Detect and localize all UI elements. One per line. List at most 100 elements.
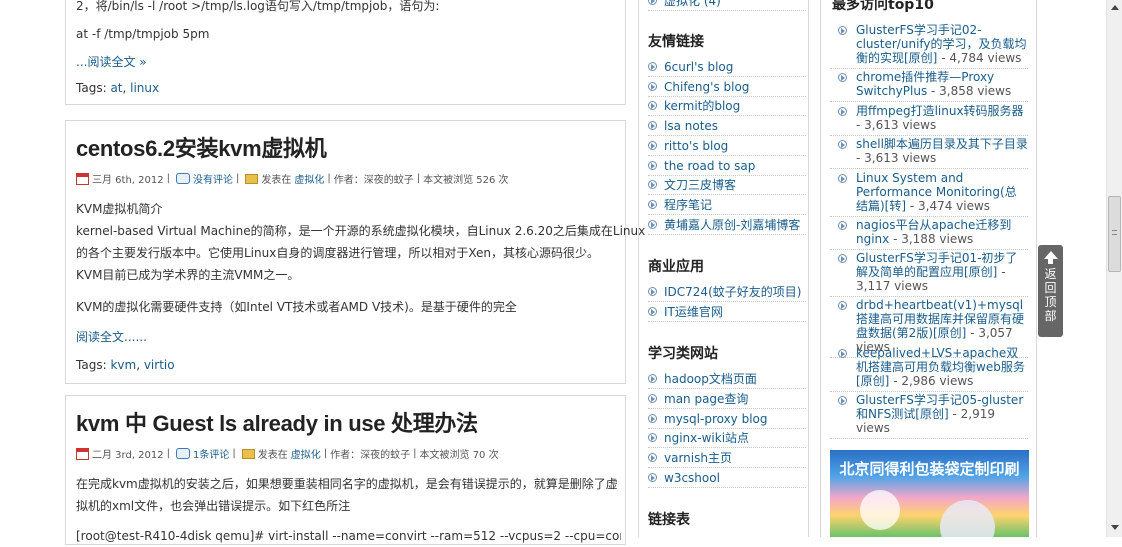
friend-link[interactable]: 黄埔嘉人原创-刘嘉埔博客	[664, 216, 800, 233]
post-text-line: 拟机的xml文件，也会弹出错误提示。如下红色所注	[76, 499, 351, 513]
scroll-up-arrow-icon[interactable]	[1111, 5, 1119, 10]
bullet-icon	[838, 349, 847, 358]
top10-link[interactable]: GlusterFS学习手记01-初步了解及简单的配置应用[原创]	[856, 251, 1017, 279]
post-date: 二月 3rd, 2012	[92, 450, 164, 461]
friend-link-item[interactable]: the road to sap	[648, 156, 806, 176]
top10-link[interactable]: 用ffmpeg打造linux转码服务器	[856, 104, 1024, 118]
business-link-item[interactable]: IT运维官网	[648, 302, 806, 322]
ad-decoration	[940, 500, 995, 537]
calendar-icon	[76, 172, 89, 185]
business-link-item[interactable]: IDC724(蚊子好友的项目)	[648, 282, 806, 302]
bullet-icon	[648, 307, 657, 316]
friend-link-item[interactable]: 文刀三皮博客	[648, 175, 806, 195]
friend-link[interactable]: 6curl's blog	[664, 60, 733, 74]
study-link-item[interactable]: mysql-proxy blog	[648, 409, 806, 429]
bullet-icon	[838, 140, 847, 149]
tag-link[interactable]: at	[110, 81, 122, 95]
top10-item[interactable]: GlusterFS学习手记02-cluster/unify的学习，及负载均衡的实…	[830, 23, 1028, 69]
study-link[interactable]: hadoop文档页面	[664, 370, 757, 387]
friend-link-item[interactable]: 6curl's blog	[648, 57, 806, 77]
study-link[interactable]: w3cshool	[664, 471, 720, 485]
business-link[interactable]: IDC724(蚊子好友的项目)	[664, 283, 801, 300]
ad-banner-text: 北京同得利包装袋定制印刷	[839, 460, 1020, 478]
read-more-link[interactable]: 阅读全文......	[76, 328, 147, 345]
post-text-line: [root@test-R410-4disk qemu]# virt-instal…	[76, 529, 621, 543]
study-link-item[interactable]: w3cshool	[648, 468, 806, 488]
friend-link[interactable]: lsa notes	[664, 119, 718, 133]
top10-link[interactable]: GlusterFS学习手记05-gluster和NFS测试[原创]	[856, 393, 1023, 421]
vertical-scrollbar[interactable]	[1106, 0, 1122, 537]
top10-item[interactable]: chrome插件推荐—Proxy SwitchyPlus - 3,858 vie…	[830, 70, 1028, 102]
study-link[interactable]: nginx-wiki站点	[664, 429, 749, 446]
posted-in-label: 发表在	[257, 450, 288, 461]
friend-link[interactable]: ritto's blog	[664, 139, 728, 153]
top10-item[interactable]: GlusterFS学习手记01-初步了解及简单的配置应用[原创] - 3,117…	[830, 251, 1028, 297]
up-arrow-stem	[1048, 259, 1053, 264]
post-text-line: KVM的虚拟化需要硬件支持（如Intel VT技术或者AMD V技术)。是基于硬…	[76, 300, 517, 314]
post-meta: 三月 6th, 2012 | 没有评论 | 发表在 虚拟化 | 作者：深夜的蚊子 | 本…	[76, 171, 509, 186]
friends-heading: 友情链接	[648, 34, 704, 50]
study-link-item[interactable]: hadoop文档页面	[648, 369, 806, 389]
tag-link[interactable]: kvm	[110, 358, 136, 372]
top10-link[interactable]: shell脚本遍历目录及其下子目录	[856, 137, 1028, 151]
post-title[interactable]: kvm 中 Guest ls already in use 处理办法	[76, 406, 478, 438]
bullet-icon	[648, 0, 657, 5]
scroll-down-arrow-icon[interactable]	[1111, 525, 1119, 530]
friend-link-item[interactable]: lsa notes	[648, 116, 806, 136]
bullet-icon	[838, 26, 847, 35]
top10-item[interactable]: nagios平台从apache迁移到nginx - 3,188 views	[830, 218, 1028, 250]
read-more-link[interactable]: ...阅读全文 »	[76, 53, 147, 70]
posted-in-label: 发表在	[261, 175, 292, 186]
post-meta: 二月 3rd, 2012 | 1条评论 | 发表在 虚拟化 | 作者：深夜的蚊子 | 本…	[76, 446, 499, 461]
comment-link[interactable]: 没有评论	[193, 171, 233, 186]
friend-link-item[interactable]: 黄埔嘉人原创-刘嘉埔博客	[648, 215, 806, 235]
category-link[interactable]: 虚拟化	[294, 171, 324, 186]
bullet-icon	[648, 433, 657, 442]
top10-sidebar: 最多访问top10 GlusterFS学习手记02-cluster/unify的…	[820, 0, 1037, 537]
category-link[interactable]: 虚拟化 (4)	[664, 0, 721, 9]
tag-link[interactable]: linux	[130, 81, 159, 95]
post-views: 本文被浏览 70 次	[419, 450, 499, 461]
study-link-item[interactable]: varnish主页	[648, 448, 806, 468]
top10-item[interactable]: GlusterFS学习手记05-gluster和NFS测试[原创] - 2,91…	[830, 393, 1028, 439]
bullet-icon	[648, 287, 657, 296]
folder-icon	[241, 448, 255, 459]
top10-item[interactable]: keepalived+LVS+apache双机搭建高可用负载均衡web服务[原创…	[830, 346, 1028, 392]
friend-link-item[interactable]: Chifeng's blog	[648, 77, 806, 97]
study-link[interactable]: mysql-proxy blog	[664, 412, 768, 426]
scrollbar-thumb[interactable]	[1108, 196, 1121, 272]
top10-item[interactable]: Linux System and Performance Monitoring(…	[830, 171, 1028, 217]
tag-link[interactable]: virtio	[144, 358, 175, 372]
post-title[interactable]: centos6.2安装kvm虚拟机	[76, 131, 327, 163]
post-text-line: at -f /tmp/tmpjob 5pm	[76, 27, 210, 41]
category-link[interactable]: 虚拟化	[291, 446, 321, 461]
post-kvm-install: centos6.2安装kvm虚拟机 三月 6th, 2012 | 没有评论 | 发表…	[65, 120, 645, 384]
bullet-icon	[648, 82, 657, 91]
top10-views: - 3,613 views	[856, 151, 937, 165]
friend-link[interactable]: 文刀三皮博客	[664, 176, 736, 193]
study-link-item[interactable]: nginx-wiki站点	[648, 428, 806, 448]
post-text-line: KVM虚拟机简介	[76, 202, 163, 216]
friend-link[interactable]: 程序笔记	[664, 196, 712, 213]
category-item[interactable]: 虚拟化 (4)	[648, 0, 806, 11]
study-link[interactable]: man page查询	[664, 390, 748, 407]
friend-link-item[interactable]: 程序笔记	[648, 195, 806, 215]
friend-link[interactable]: the road to sap	[664, 159, 755, 173]
top10-views: - 2,986 views	[889, 374, 974, 388]
top10-item[interactable]: shell脚本遍历目录及其下子目录 - 3,613 views	[830, 137, 1028, 169]
friend-link[interactable]: kermit的blog	[664, 97, 740, 114]
study-link[interactable]: varnish主页	[664, 449, 732, 466]
study-link-item[interactable]: man page查询	[648, 389, 806, 409]
back-to-top-button[interactable]: 返回顶部	[1038, 245, 1063, 337]
back-to-top-label: 返回顶部	[1044, 267, 1057, 323]
ad-banner[interactable]: 北京同得利包装袋定制印刷	[830, 450, 1029, 537]
business-link[interactable]: IT运维官网	[664, 303, 723, 320]
friend-link-item[interactable]: ritto's blog	[648, 136, 806, 156]
post-text-line: 在完成kvm虚拟机的安装之后，如果想要重装相同名字的虚拟机，是会有错误提示的，就…	[76, 477, 618, 491]
friend-link-item[interactable]: kermit的blog	[648, 96, 806, 116]
ad-decoration	[860, 490, 900, 530]
top10-item[interactable]: 用ffmpeg打造linux转码服务器 - 3,613 views	[830, 104, 1028, 136]
bullet-icon	[838, 396, 847, 405]
friend-link[interactable]: Chifeng's blog	[664, 80, 749, 94]
comment-link[interactable]: 1条评论	[193, 446, 229, 461]
